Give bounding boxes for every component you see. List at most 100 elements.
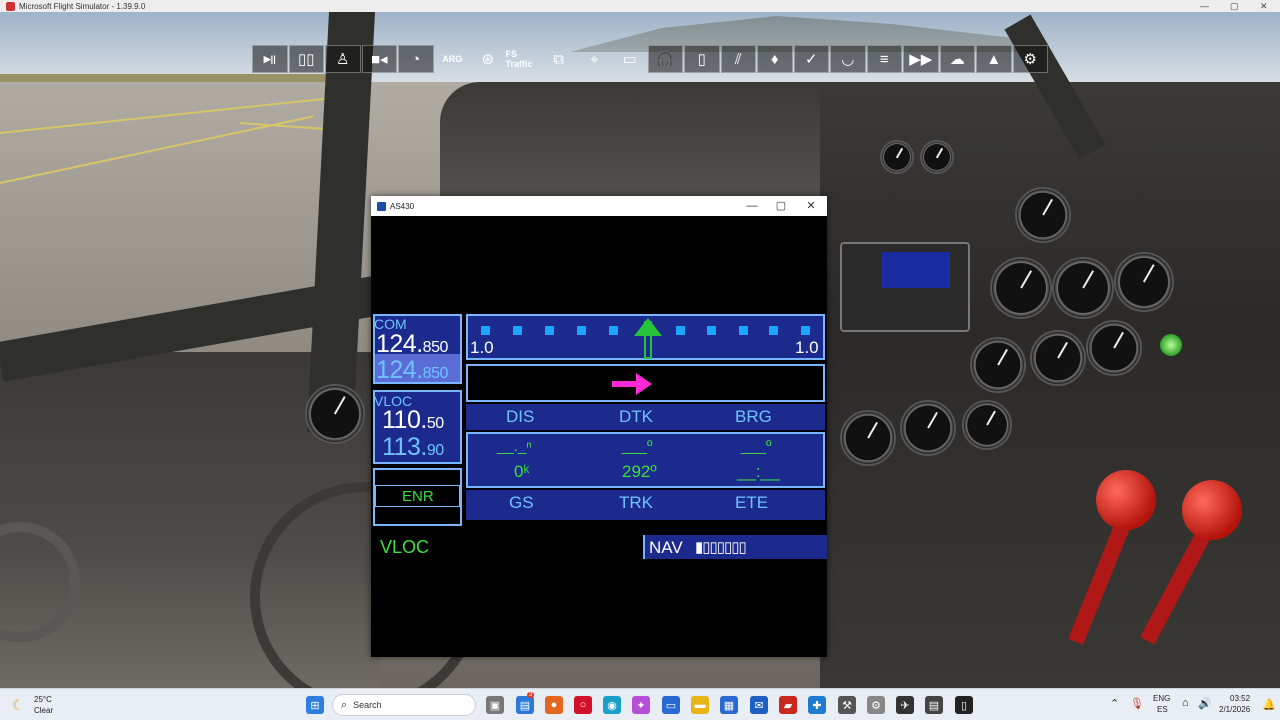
toolbar-assistance-button[interactable]: ▲ bbox=[976, 45, 1012, 73]
search-input[interactable]: ⌕ Search bbox=[332, 694, 476, 716]
app-icon-3[interactable]: ✚ bbox=[808, 696, 826, 714]
cdi-dot bbox=[513, 326, 522, 335]
app-titlebar: Microsoft Flight Simulator - 1.39.9.0 — … bbox=[0, 0, 1280, 12]
play-pause-icon: ▶|| bbox=[263, 53, 276, 64]
addon-4-icon: ⌖ bbox=[590, 50, 599, 68]
cdi-scale-left: 1.0 bbox=[470, 338, 494, 357]
clock-time[interactable]: 03:52 bbox=[1230, 694, 1250, 703]
clock-date[interactable]: 2/1/2026 bbox=[1219, 705, 1250, 714]
app-icon-6[interactable]: ▤ bbox=[925, 696, 943, 714]
cdi-dot bbox=[481, 326, 490, 335]
lang-bottom[interactable]: ES bbox=[1157, 705, 1168, 714]
cdi-dot bbox=[739, 326, 748, 335]
toolbar-flaps-button[interactable]: ⫽ bbox=[720, 45, 756, 73]
copilot-icon[interactable]: ✦ bbox=[632, 696, 650, 714]
gauge-icon bbox=[840, 410, 896, 466]
maximize-icon[interactable]: ▢ bbox=[1230, 0, 1239, 12]
toolbar-addon-3-button[interactable]: ⧉ bbox=[541, 45, 577, 73]
toolbar-controls-button[interactable]: ◡ bbox=[830, 45, 866, 73]
file-explorer-icon[interactable]: ▬ bbox=[691, 696, 709, 714]
gauge-icon bbox=[305, 384, 365, 444]
toolbar-tablet-button[interactable]: ▯ bbox=[684, 45, 720, 73]
brg-value: ___º bbox=[741, 438, 772, 455]
gauge-icon bbox=[900, 400, 956, 456]
list-icon: ≡ bbox=[879, 50, 889, 68]
annunciator-light bbox=[1160, 334, 1182, 356]
gauge-icon bbox=[970, 337, 1026, 393]
weather-desc[interactable]: Clear bbox=[34, 706, 53, 715]
toolbar-pin-button[interactable]: ♦ bbox=[757, 45, 793, 73]
panel-gps-unit[interactable] bbox=[840, 242, 970, 332]
opera-icon[interactable]: ○ bbox=[574, 696, 592, 714]
store-icon[interactable]: ▦ bbox=[720, 696, 738, 714]
popup-title: AS430 bbox=[390, 201, 415, 211]
toolbar-gauge-button[interactable]: ◔ bbox=[398, 45, 434, 73]
nav-page-label: NAV bbox=[649, 538, 683, 557]
vloc-standby-frequency[interactable]: 113.90 bbox=[382, 433, 444, 462]
start-icon[interactable]: ⊞ bbox=[306, 696, 324, 714]
toolbar-arg-button[interactable]: ARG bbox=[435, 45, 471, 73]
assistance-icon: ▲ bbox=[986, 50, 1002, 68]
ete-value: __:__ bbox=[737, 462, 780, 481]
toolbar-weather-button[interactable]: ☁ bbox=[939, 45, 975, 73]
toolbar-headset-button[interactable]: 🎧 bbox=[647, 45, 683, 73]
lever-knob[interactable] bbox=[1096, 470, 1156, 530]
flaps-icon: ⫽ bbox=[734, 50, 742, 68]
trk-header: TRK bbox=[619, 493, 653, 512]
toolbar-addon-1-button[interactable]: ⊛ bbox=[470, 45, 506, 73]
dtk-value: ___º bbox=[622, 438, 653, 455]
magenta-arrow-icon bbox=[612, 373, 652, 395]
nav-page-bars: ▮▯▯▯▯▯▯ bbox=[695, 539, 747, 556]
pilot-icon: ♙ bbox=[336, 51, 350, 68]
weather-temp[interactable]: 25°C bbox=[34, 695, 52, 704]
edge-icon[interactable]: ◉ bbox=[603, 696, 621, 714]
app-icon-2[interactable]: ▰ bbox=[779, 696, 797, 714]
dis-header: DIS bbox=[506, 407, 535, 426]
toolbar-play-pause-button[interactable]: ▶|| bbox=[252, 45, 288, 73]
notifications-icon[interactable]: 🔔 bbox=[1262, 698, 1276, 711]
camera-icon: ■◂ bbox=[370, 51, 388, 68]
network-icon[interactable]: ⌂ bbox=[1182, 697, 1189, 709]
gauge-icon bbox=[1015, 187, 1071, 243]
teams-icon[interactable]: ▤ bbox=[516, 696, 534, 714]
popup-close-icon[interactable]: ✕ bbox=[796, 196, 826, 216]
fs-traffic-icon: FS Traffic bbox=[505, 49, 533, 69]
taskbar: ☾ 25°C Clear ⊞ ⌕ Search ▣ ▤ 3 ● ○ ◉ ✦ ▭ … bbox=[0, 688, 1280, 720]
toolbar-camera-button[interactable]: ■◂ bbox=[361, 45, 397, 73]
com-standby-frequency[interactable]: 124.850 bbox=[376, 356, 448, 385]
search-placeholder: Search bbox=[353, 700, 382, 710]
toolbar-fast-forward-button[interactable]: ▶▶ bbox=[903, 45, 939, 73]
lang-top[interactable]: ENG bbox=[1153, 694, 1170, 703]
toolbar-checklist-button[interactable]: ✓ bbox=[793, 45, 829, 73]
firefox-icon[interactable]: ● bbox=[545, 696, 563, 714]
app-icon-1[interactable]: ▭ bbox=[662, 696, 680, 714]
app-icon-5[interactable]: ⚙ bbox=[867, 696, 885, 714]
addon-1-icon: ⊛ bbox=[481, 51, 495, 68]
gauge-icon bbox=[880, 140, 914, 174]
popup-minimize-icon[interactable]: — bbox=[737, 196, 767, 216]
flight-sim-icon[interactable]: ✈ bbox=[896, 696, 914, 714]
toolbar-truck-button[interactable]: ▭ bbox=[612, 45, 648, 73]
mail-icon[interactable]: ✉ bbox=[750, 696, 768, 714]
lever-knob[interactable] bbox=[1182, 480, 1242, 540]
task-view-icon[interactable]: ▣ bbox=[486, 696, 504, 714]
toolbar-addon-4-button[interactable]: ⌖ bbox=[577, 45, 613, 73]
mic-icon[interactable]: 🎙 bbox=[1130, 697, 1144, 710]
popup-titlebar[interactable]: AS430 — ▢ ✕ bbox=[371, 196, 827, 216]
toolbar-pilot-button[interactable]: ♙ bbox=[325, 45, 361, 73]
toolbar-list-button[interactable]: ≡ bbox=[866, 45, 902, 73]
gauge-icon bbox=[1086, 320, 1142, 376]
volume-icon[interactable]: 🔊 bbox=[1198, 697, 1212, 710]
toolbar-fs-traffic-button[interactable]: FS Traffic bbox=[506, 45, 542, 73]
close-icon[interactable]: ✕ bbox=[1260, 0, 1268, 12]
app-icon-4[interactable]: ⚒ bbox=[838, 696, 856, 714]
minimize-icon[interactable]: — bbox=[1200, 0, 1209, 12]
cdi-dot bbox=[545, 326, 554, 335]
app-icon-7[interactable]: ▯ bbox=[955, 696, 973, 714]
chevron-up-icon[interactable]: ⌃ bbox=[1110, 697, 1119, 710]
popup-maximize-icon[interactable]: ▢ bbox=[766, 196, 796, 216]
headset-icon: 🎧 bbox=[655, 51, 675, 68]
search-icon: ⌕ bbox=[341, 698, 348, 711]
toolbar-map-button[interactable]: ▯▯ bbox=[288, 45, 324, 73]
toolbar-settings-button[interactable]: ⚙ bbox=[1012, 45, 1048, 73]
